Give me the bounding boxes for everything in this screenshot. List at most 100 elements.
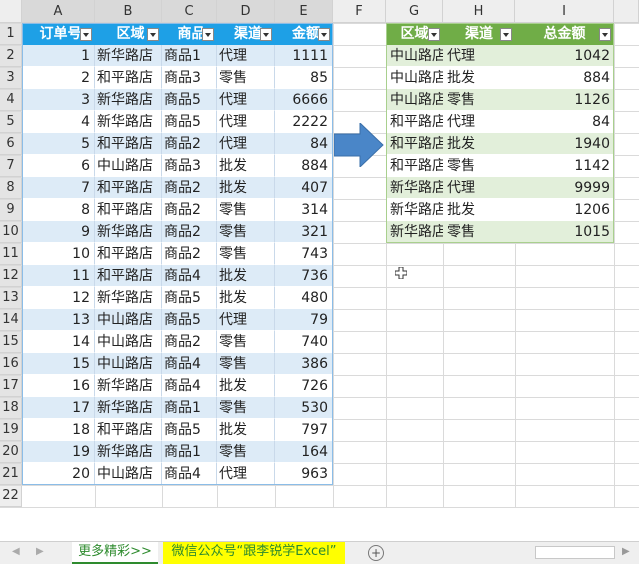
column-header-g[interactable]: G: [386, 0, 443, 23]
left-table-cell[interactable]: 代理: [217, 111, 275, 133]
right-table-cell[interactable]: 和平路店: [386, 133, 443, 155]
row-header-9[interactable]: 9: [0, 199, 22, 221]
left-table-cell[interactable]: 批发: [217, 177, 275, 199]
left-table-cell[interactable]: 商品2: [162, 243, 217, 265]
filter-dropdown-icon[interactable]: [80, 28, 92, 41]
right-table-cell[interactable]: 1940: [515, 133, 614, 155]
row-header-19[interactable]: 19: [0, 419, 22, 441]
row-header-8[interactable]: 8: [0, 177, 22, 199]
left-table-cell[interactable]: 新华路店: [95, 397, 162, 419]
left-table-cell[interactable]: 代理: [217, 45, 275, 67]
row-header-20[interactable]: 20: [0, 441, 22, 463]
left-table-cell[interactable]: 新华路店: [95, 221, 162, 243]
left-table-cell[interactable]: 商品5: [162, 287, 217, 309]
column-header-h[interactable]: H: [443, 0, 515, 23]
scroll-right-icon[interactable]: ▶: [622, 546, 630, 557]
right-table-cell[interactable]: 1142: [515, 155, 614, 177]
filter-dropdown-icon[interactable]: [318, 28, 330, 41]
scroll-left-icon[interactable]: ◀: [12, 546, 20, 557]
left-table-cell[interactable]: 商品5: [162, 309, 217, 331]
left-table-cell[interactable]: 代理: [217, 89, 275, 111]
left-table-cell[interactable]: 797: [275, 419, 333, 441]
left-table-cell[interactable]: 13: [22, 309, 95, 331]
left-table-cell[interactable]: 16: [22, 375, 95, 397]
left-table-cell[interactable]: 3: [22, 89, 95, 111]
left-table-cell[interactable]: 批发: [217, 287, 275, 309]
filter-dropdown-icon[interactable]: [147, 28, 159, 41]
column-header-d[interactable]: D: [217, 0, 275, 23]
column-header-c[interactable]: C: [162, 0, 217, 23]
left-table-cell[interactable]: 新华路店: [95, 45, 162, 67]
left-table-cell[interactable]: 17: [22, 397, 95, 419]
left-table-cell[interactable]: 商品2: [162, 331, 217, 353]
left-table-cell[interactable]: 和平路店: [95, 199, 162, 221]
left-table-cell[interactable]: 中山路店: [95, 309, 162, 331]
filter-dropdown-icon[interactable]: [428, 28, 440, 41]
right-table-cell[interactable]: 884: [515, 67, 614, 89]
left-table-cell[interactable]: 批发: [217, 419, 275, 441]
left-table-cell[interactable]: 商品4: [162, 375, 217, 397]
left-table-cell[interactable]: 零售: [217, 353, 275, 375]
left-table-cell[interactable]: 零售: [217, 67, 275, 89]
row-header-3[interactable]: 3: [0, 67, 22, 89]
left-table-cell[interactable]: 商品2: [162, 221, 217, 243]
filter-dropdown-icon[interactable]: [202, 28, 214, 41]
filter-dropdown-icon[interactable]: [599, 28, 611, 41]
left-table-header-4[interactable]: 金额: [275, 23, 333, 45]
select-all-corner[interactable]: [0, 0, 22, 23]
left-table-cell[interactable]: 批发: [217, 155, 275, 177]
left-table-cell[interactable]: 零售: [217, 441, 275, 463]
row-header-10[interactable]: 10: [0, 221, 22, 243]
left-table-cell[interactable]: 商品5: [162, 419, 217, 441]
left-table-cell[interactable]: 12: [22, 287, 95, 309]
add-sheet-icon[interactable]: +: [368, 545, 384, 561]
left-table-cell[interactable]: 740: [275, 331, 333, 353]
left-table-cell[interactable]: 商品2: [162, 133, 217, 155]
left-table-cell[interactable]: 中山路店: [95, 155, 162, 177]
left-table-cell[interactable]: 商品5: [162, 89, 217, 111]
left-table-cell[interactable]: 代理: [217, 133, 275, 155]
left-table-cell[interactable]: 和平路店: [95, 243, 162, 265]
row-header-12[interactable]: 12: [0, 265, 22, 287]
left-table-cell[interactable]: 6666: [275, 89, 333, 111]
left-table-cell[interactable]: 商品4: [162, 463, 217, 485]
right-table-cell[interactable]: 1126: [515, 89, 614, 111]
right-table-cell[interactable]: 批发: [443, 67, 515, 89]
left-table-header-0[interactable]: 订单号: [22, 23, 95, 45]
left-table-cell[interactable]: 18: [22, 419, 95, 441]
right-table-cell[interactable]: 1206: [515, 199, 614, 221]
left-table-cell[interactable]: 5: [22, 133, 95, 155]
left-table-cell[interactable]: 736: [275, 265, 333, 287]
left-table-cell[interactable]: 726: [275, 375, 333, 397]
left-table-cell[interactable]: 中山路店: [95, 331, 162, 353]
left-table-cell[interactable]: 商品4: [162, 265, 217, 287]
row-header-16[interactable]: 16: [0, 353, 22, 375]
left-table-cell[interactable]: 884: [275, 155, 333, 177]
column-header-i[interactable]: I: [515, 0, 614, 23]
left-table-cell[interactable]: 963: [275, 463, 333, 485]
left-table-cell[interactable]: 8: [22, 199, 95, 221]
right-table-cell[interactable]: 零售: [443, 89, 515, 111]
left-table-cell[interactable]: 和平路店: [95, 177, 162, 199]
right-table-cell[interactable]: 和平路店: [386, 111, 443, 133]
left-table-cell[interactable]: 10: [22, 243, 95, 265]
left-table-cell[interactable]: 新华路店: [95, 441, 162, 463]
horizontal-scrollbar[interactable]: [535, 546, 615, 559]
row-header-21[interactable]: 21: [0, 463, 22, 485]
left-table-cell[interactable]: 1: [22, 45, 95, 67]
left-table-cell[interactable]: 85: [275, 67, 333, 89]
filter-dropdown-icon[interactable]: [500, 28, 512, 41]
row-header-15[interactable]: 15: [0, 331, 22, 353]
left-table-cell[interactable]: 零售: [217, 221, 275, 243]
left-table-cell[interactable]: 14: [22, 331, 95, 353]
column-header-e[interactable]: E: [275, 0, 333, 23]
left-table-cell[interactable]: 商品3: [162, 67, 217, 89]
left-table-cell[interactable]: 商品4: [162, 353, 217, 375]
left-table-header-3[interactable]: 渠道: [217, 23, 275, 45]
right-table-cell[interactable]: 中山路店: [386, 45, 443, 67]
row-header-7[interactable]: 7: [0, 155, 22, 177]
left-table-cell[interactable]: 代理: [217, 309, 275, 331]
left-table-cell[interactable]: 批发: [217, 265, 275, 287]
row-header-6[interactable]: 6: [0, 133, 22, 155]
left-table-header-2[interactable]: 商品: [162, 23, 217, 45]
